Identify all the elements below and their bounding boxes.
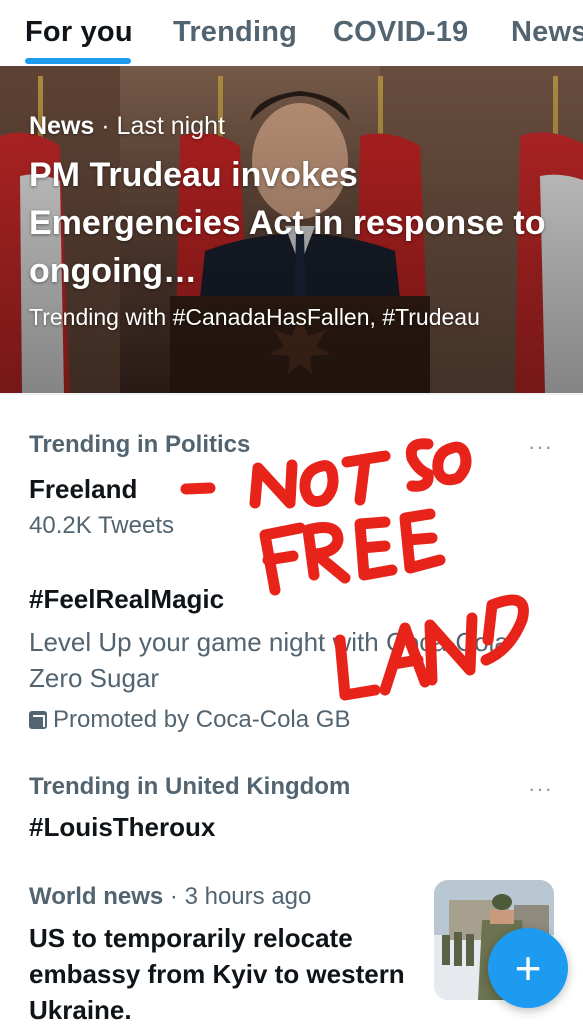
hero-text: News · Last night PM Trudeau invokes Eme… — [29, 110, 559, 333]
more-options-icon[interactable]: ··· — [528, 776, 553, 802]
news-title: US to temporarily relocate embassy from … — [29, 923, 405, 1024]
hero-news-card[interactable]: News · Last night PM Trudeau invokes Eme… — [0, 66, 583, 393]
news-category: World news — [29, 883, 164, 910]
trend-title: #LouisTheroux — [29, 812, 216, 842]
trend-item-promoted[interactable]: #FeelRealMagic Level Up your game night … — [29, 582, 549, 736]
divider — [0, 393, 583, 395]
promoted-label: Promoted by Coca-Cola GB — [29, 704, 549, 736]
trend-item-louistheroux[interactable]: Trending in United Kingdom #LouisTheroux — [29, 772, 549, 844]
trend-context: Trending in Politics — [29, 431, 251, 458]
trend-context: Trending in United Kingdom — [29, 773, 351, 800]
plus-icon: + — [514, 942, 542, 994]
meta-separator: · — [169, 883, 178, 910]
promo-description: Level Up your game night with Coca-Cola … — [29, 627, 509, 693]
trend-tweet-count: 40.2K Tweets — [29, 512, 174, 539]
more-options-icon[interactable]: ··· — [528, 434, 553, 460]
trend-item-freeland[interactable]: Trending in Politics Freeland 40.2K Twee… — [29, 430, 549, 542]
tab-for-you[interactable]: For you — [25, 16, 133, 49]
news-time: 3 hours ago — [184, 883, 312, 910]
trend-title: Freeland — [29, 474, 138, 504]
hero-title: PM Trudeau invokes Emergencies Act in re… — [29, 156, 546, 290]
trend-title: #FeelRealMagic — [29, 584, 225, 614]
tab-trending[interactable]: Trending — [173, 16, 297, 49]
hero-subtitle: Trending with #CanadaHasFallen, #Trudeau — [29, 304, 480, 330]
hero-category: News — [29, 112, 95, 140]
promoted-icon — [29, 711, 47, 729]
compose-tweet-button[interactable]: + — [488, 928, 568, 1008]
promoted-text: Promoted by Coca-Cola GB — [53, 706, 351, 733]
tab-news[interactable]: News — [511, 16, 583, 49]
hero-time: Last night — [116, 112, 225, 140]
explore-tab-bar: For you Trending COVID-19 News — [0, 0, 583, 66]
hero-meta: News · Last night — [29, 110, 559, 142]
tab-covid-19[interactable]: COVID-19 — [333, 16, 468, 49]
active-tab-indicator — [25, 58, 131, 64]
meta-separator: · — [101, 112, 110, 140]
